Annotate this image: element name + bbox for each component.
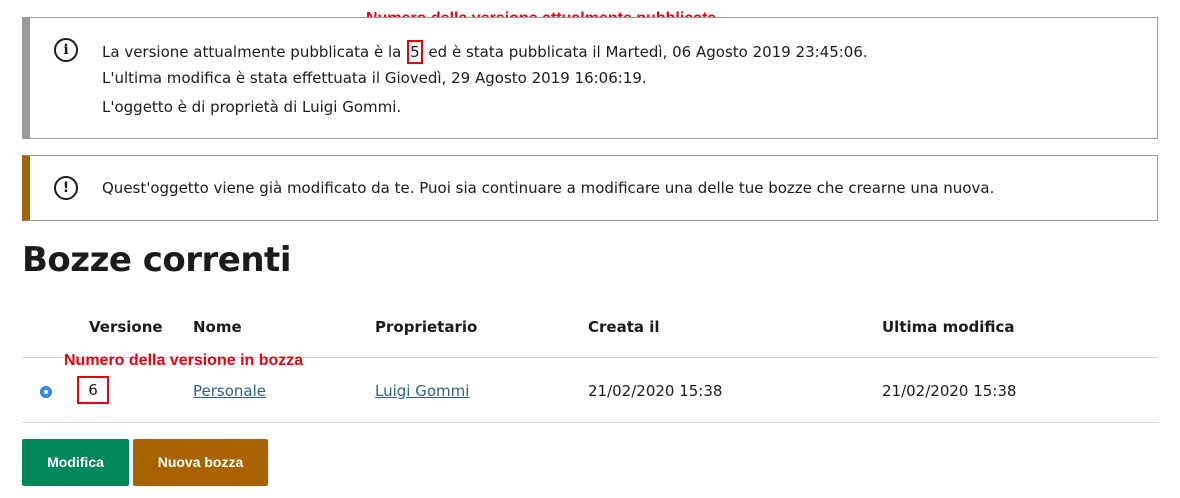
published-version-number: 5 — [407, 40, 423, 64]
draft-name-link[interactable]: Personale — [193, 382, 266, 400]
column-header-name: Nome — [193, 318, 242, 336]
draft-owner-label[interactable]: Luigi Gommi — [375, 382, 469, 400]
last-modified-line: L'ultima modifica è stata effettuata il … — [102, 69, 647, 87]
new-draft-button[interactable]: Nuova bozza — [133, 439, 268, 486]
published-date-text: ed è stata pubblicata il Martedì, 06 Ago… — [428, 43, 868, 61]
info-alert: i La versione attualmente pubblicata è l… — [22, 17, 1158, 139]
published-version-text: La versione attualmente pubblicata è la — [102, 43, 402, 61]
warning-text: Quest'oggetto viene già modificato da te… — [102, 179, 995, 197]
annotation-draft-version: Numero della versione in bozza — [64, 352, 304, 369]
page-title: Bozze correnti — [22, 240, 291, 280]
column-header-created: Creata il — [588, 318, 660, 336]
exclamation-icon: ! — [54, 176, 78, 200]
warning-alert: ! Quest'oggetto viene già modificato da … — [22, 155, 1158, 221]
table-bottom-divider — [22, 422, 1158, 423]
published-version-line: La versione attualmente pubblicata è la … — [102, 40, 868, 64]
draft-select-radio[interactable] — [40, 386, 52, 398]
draft-created-date: 21/02/2020 15:38 — [588, 382, 723, 400]
info-icon: i — [54, 38, 78, 62]
column-header-modified: Ultima modifica — [882, 318, 1015, 336]
draft-version-number: 6 — [77, 376, 109, 404]
draft-name-label[interactable]: Personale — [193, 382, 266, 400]
draft-owner-link[interactable]: Luigi Gommi — [375, 382, 469, 400]
column-header-version: Versione — [89, 318, 163, 336]
draft-modified-date: 21/02/2020 15:38 — [882, 382, 1017, 400]
owner-line: L'oggetto è di proprietà di Luigi Gommi. — [102, 98, 402, 116]
column-header-owner: Proprietario — [375, 318, 478, 336]
edit-button[interactable]: Modifica — [22, 439, 129, 486]
